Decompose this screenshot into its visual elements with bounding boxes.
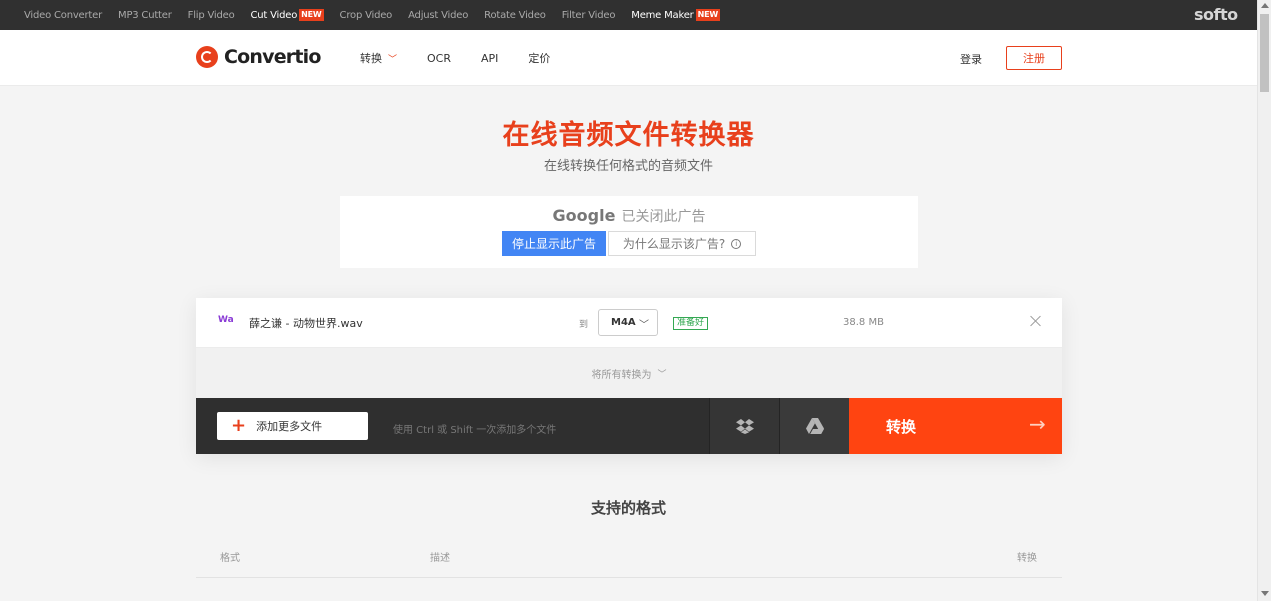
softo-link-rotate-video[interactable]: Rotate Video [484,10,546,21]
file-name: 薛之谦 - 动物世界.wav [249,317,363,330]
why-this-ad-label: 为什么显示该广告? [622,237,726,251]
google-wordmark: Google [552,206,616,225]
softo-link-label: Adjust Video [408,9,469,21]
softo-link-label: Flip Video [187,9,235,21]
softo-link-label: Filter Video [561,9,616,21]
audio-file-icon: Wa [218,315,234,325]
convertio-logo-icon [196,46,218,68]
main-nav: 转换 ﹀ OCR API 定价 [360,30,580,86]
nav-convert[interactable]: 转换 ﹀ [360,50,397,66]
softo-link-crop-video[interactable]: Crop Video [340,10,393,21]
softo-link-flip-video[interactable]: Flip Video [188,10,235,21]
formats-table-header: 格式 描述 转换 [196,536,1062,578]
column-header-convert: 转换 [1017,553,1037,564]
plus-icon: + [231,415,247,436]
softo-link-label: Video Converter [24,9,103,21]
nav-api[interactable]: API [481,52,498,65]
softo-link-mp3-cutter[interactable]: MP3 Cutter [118,10,172,21]
target-format-value: M4A [611,317,636,328]
remove-file-close-icon[interactable] [1028,313,1044,329]
nav-label: 转换 [360,52,382,65]
file-row: Wa 薛之谦 - 动物世界.wav 到 M4A ﹀ 准备好 38.8 MB [196,298,1062,348]
arrow-right-icon: → [1029,412,1046,436]
upload-action-bar: + 添加更多文件 使用 Ctrl 或 Shift 一次添加多个文件 转换 → [196,398,1062,454]
softo-link-filter-video[interactable]: Filter Video [562,10,616,21]
convert-button[interactable]: 转换 → [849,398,1062,454]
chevron-down-icon: ﹀ [639,320,649,331]
softo-top-bar: Video Converter MP3 Cutter Flip Video Cu… [0,0,1257,30]
softo-link-label: Rotate Video [484,9,546,21]
convert-all-label: 将所有转换为 [591,369,652,381]
why-this-ad-button[interactable]: 为什么显示该广告? i [608,231,756,256]
new-badge: NEW [695,9,720,21]
dropbox-icon [735,419,754,434]
scroll-down-arrow-icon[interactable] [1261,591,1269,596]
convert-all-dropdown[interactable]: 将所有转换为 ﹀ [196,348,1062,398]
softo-link-meme-maker[interactable]: Meme Maker NEW [631,9,720,21]
to-label: 到 [579,320,589,330]
softo-tools-nav: Video Converter MP3 Cutter Flip Video Cu… [24,0,736,30]
softo-link-video-converter[interactable]: Video Converter [24,10,102,21]
status-badge: 准备好 [673,317,709,330]
signup-button[interactable]: 注册 [1006,46,1062,70]
nav-label: OCR [427,51,451,65]
ad-closed-title: Google 已关闭此广告 [340,206,918,226]
new-badge: NEW [299,9,324,21]
file-upload-card: Wa 薛之谦 - 动物世界.wav 到 M4A ﹀ 准备好 38.8 MB 将所… [196,298,1062,454]
column-header-format: 格式 [220,553,240,564]
add-more-label: 添加更多文件 [256,420,323,433]
logo-text: Convertio [224,46,321,68]
page-title: 在线音频文件转换器 [502,120,755,151]
ad-closed-text: 已关闭此广告 [621,209,706,225]
site-header: Convertio 转换 ﹀ OCR API 定价 登录 注册 [0,30,1257,86]
convert-label: 转换 [886,418,917,436]
softo-link-label: Cut Video [250,9,298,21]
dropbox-button[interactable] [709,398,779,454]
chevron-down-icon: ﹀ [657,369,667,380]
google-drive-button[interactable] [779,398,849,454]
page-subtitle: 在线转换任何格式的音频文件 [543,159,713,174]
nav-pricing[interactable]: 定价 [528,50,550,66]
supported-formats-title: 支持的格式 [590,499,666,517]
stop-showing-ad-button[interactable]: 停止显示此广告 [502,231,606,256]
page-scrollbar[interactable] [1257,0,1271,601]
scroll-up-arrow-icon[interactable] [1261,3,1269,8]
nav-label: API [481,51,499,65]
softo-link-cut-video[interactable]: Cut Video NEW [251,9,324,21]
softo-link-adjust-video[interactable]: Adjust Video [408,10,468,21]
softo-link-label: MP3 Cutter [118,9,172,21]
nav-label: 定价 [528,52,551,65]
nav-ocr[interactable]: OCR [427,52,451,65]
softo-link-label: Crop Video [339,9,393,21]
convertio-logo[interactable]: Convertio [196,46,321,68]
file-size: 38.8 MB [843,317,884,328]
scrollbar-thumb[interactable] [1260,14,1269,92]
softo-logo[interactable]: softo [1194,5,1238,24]
login-link[interactable]: 登录 [960,51,982,67]
column-header-description: 描述 [430,553,450,564]
softo-link-label: Meme Maker [631,9,694,21]
google-drive-icon [805,418,824,434]
ad-closed-box: Google 已关闭此广告 停止显示此广告 为什么显示该广告? i [340,196,918,268]
target-format-select[interactable]: M4A ﹀ [598,309,658,336]
multi-select-hint: 使用 Ctrl 或 Shift 一次添加多个文件 [393,425,557,436]
info-icon: i [731,238,742,249]
add-more-files-button[interactable]: + 添加更多文件 [217,412,368,440]
chevron-down-icon: ﹀ [388,54,398,65]
